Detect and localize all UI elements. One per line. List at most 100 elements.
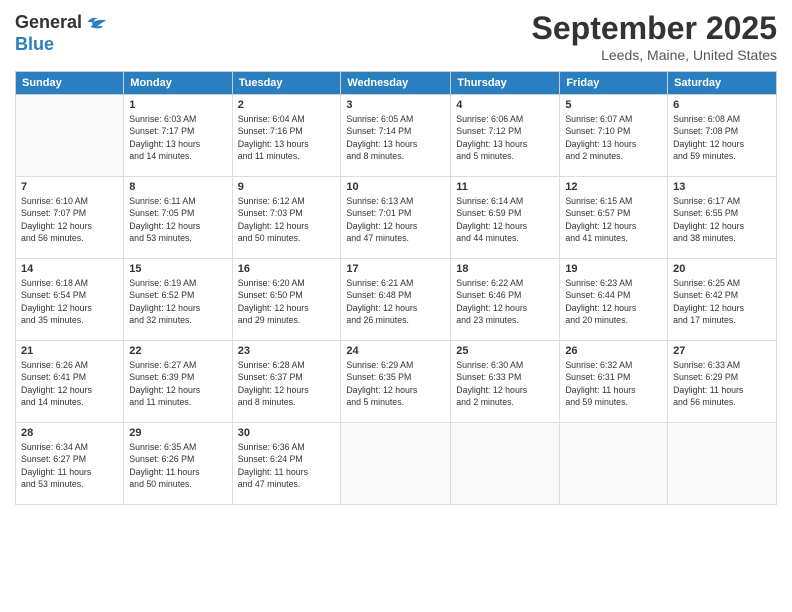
day-number: 18 bbox=[456, 263, 554, 275]
day-info: Sunrise: 6:32 AM Sunset: 6:31 PM Dayligh… bbox=[565, 359, 662, 408]
table-row: 4Sunrise: 6:06 AM Sunset: 7:12 PM Daylig… bbox=[451, 95, 560, 177]
day-info: Sunrise: 6:12 AM Sunset: 7:03 PM Dayligh… bbox=[238, 195, 336, 244]
header-tuesday: Tuesday bbox=[232, 72, 341, 95]
day-info: Sunrise: 6:11 AM Sunset: 7:05 PM Dayligh… bbox=[129, 195, 226, 244]
table-row bbox=[560, 423, 668, 505]
calendar-week-row: 28 Sunrise: 6:34 AM Sunset: 6:27 PM Dayli… bbox=[16, 423, 777, 505]
day-number: 6 bbox=[673, 99, 771, 111]
day-info: Sunrise: 6:19 AM Sunset: 6:52 PM Dayligh… bbox=[129, 277, 226, 326]
table-row: 23Sunrise: 6:28 AM Sunset: 6:37 PM Dayli… bbox=[232, 341, 341, 423]
day-number: 11 bbox=[456, 181, 554, 193]
table-row bbox=[16, 95, 124, 177]
table-row bbox=[668, 423, 777, 505]
day-number: 3 bbox=[346, 99, 445, 111]
day-number: 4 bbox=[456, 99, 554, 111]
table-row: 29 Sunrise: 6:35 AM Sunset: 6:26 PM Dayli… bbox=[124, 423, 232, 505]
day-info: Sunrise: 6:29 AM Sunset: 6:35 PM Dayligh… bbox=[346, 359, 445, 408]
day-number: 9 bbox=[238, 181, 336, 193]
logo-blue-text: Blue bbox=[15, 34, 54, 55]
day-info: Sunrise: 6:18 AM Sunset: 6:54 PM Dayligh… bbox=[21, 277, 118, 326]
header-wednesday: Wednesday bbox=[341, 72, 451, 95]
table-row: 24 Sunrise: 6:29 AM Sunset: 6:35 PM Dayli… bbox=[341, 341, 451, 423]
day-number: 2 bbox=[238, 99, 336, 111]
month-title: September 2025 bbox=[532, 10, 777, 47]
day-info: Sunrise: 6:07 AM Sunset: 7:10 PM Dayligh… bbox=[565, 113, 662, 162]
table-row: 8Sunrise: 6:11 AM Sunset: 7:05 PM Daylig… bbox=[124, 177, 232, 259]
day-number: 24 bbox=[346, 345, 445, 357]
day-info: Sunrise: 6:23 AM Sunset: 6:44 PM Dayligh… bbox=[565, 277, 662, 326]
day-info: Sunrise: 6:25 AM Sunset: 6:42 PM Dayligh… bbox=[673, 277, 771, 326]
day-info: Sunrise: 6:17 AM Sunset: 6:55 PM Dayligh… bbox=[673, 195, 771, 244]
day-number: 21 bbox=[21, 345, 118, 357]
day-number: 25 bbox=[456, 345, 554, 357]
page-container: General Blue September 2025 Leeds, Maine… bbox=[0, 0, 792, 515]
table-row: 18 Sunrise: 6:22 AM Sunset: 6:46 PM Dayli… bbox=[451, 259, 560, 341]
table-row: 21 Sunrise: 6:26 AM Sunset: 6:41 PM Dayli… bbox=[16, 341, 124, 423]
table-row: 20 Sunrise: 6:25 AM Sunset: 6:42 PM Dayli… bbox=[668, 259, 777, 341]
day-info: Sunrise: 6:21 AM Sunset: 6:48 PM Dayligh… bbox=[346, 277, 445, 326]
table-row: 13 Sunrise: 6:17 AM Sunset: 6:55 PM Dayli… bbox=[668, 177, 777, 259]
day-number: 23 bbox=[238, 345, 336, 357]
day-info: Sunrise: 6:30 AM Sunset: 6:33 PM Dayligh… bbox=[456, 359, 554, 408]
day-info: Sunrise: 6:04 AM Sunset: 7:16 PM Dayligh… bbox=[238, 113, 336, 162]
day-number: 13 bbox=[673, 181, 771, 193]
calendar-table: Sunday Monday Tuesday Wednesday Thursday… bbox=[15, 71, 777, 505]
table-row bbox=[341, 423, 451, 505]
table-row: 25 Sunrise: 6:30 AM Sunset: 6:33 PM Dayli… bbox=[451, 341, 560, 423]
table-row: 28 Sunrise: 6:34 AM Sunset: 6:27 PM Dayli… bbox=[16, 423, 124, 505]
day-info: Sunrise: 6:10 AM Sunset: 7:07 PM Dayligh… bbox=[21, 195, 118, 244]
location-text: Leeds, Maine, United States bbox=[532, 47, 777, 63]
header-friday: Friday bbox=[560, 72, 668, 95]
calendar-week-row: 14 Sunrise: 6:18 AM Sunset: 6:54 PM Dayli… bbox=[16, 259, 777, 341]
day-info: Sunrise: 6:03 AM Sunset: 7:17 PM Dayligh… bbox=[129, 113, 226, 162]
day-number: 29 bbox=[129, 427, 226, 439]
day-info: Sunrise: 6:14 AM Sunset: 6:59 PM Dayligh… bbox=[456, 195, 554, 244]
calendar-week-row: 1Sunrise: 6:03 AM Sunset: 7:17 PM Daylig… bbox=[16, 95, 777, 177]
header-thursday: Thursday bbox=[451, 72, 560, 95]
table-row: 7Sunrise: 6:10 AM Sunset: 7:07 PM Daylig… bbox=[16, 177, 124, 259]
table-row bbox=[451, 423, 560, 505]
day-number: 14 bbox=[21, 263, 118, 275]
table-row: 9 Sunrise: 6:12 AM Sunset: 7:03 PM Daylig… bbox=[232, 177, 341, 259]
day-number: 15 bbox=[129, 263, 226, 275]
table-row: 17 Sunrise: 6:21 AM Sunset: 6:48 PM Dayli… bbox=[341, 259, 451, 341]
table-row: 6 Sunrise: 6:08 AM Sunset: 7:08 PM Daylig… bbox=[668, 95, 777, 177]
header-saturday: Saturday bbox=[668, 72, 777, 95]
day-number: 10 bbox=[346, 181, 445, 193]
logo-bird-icon bbox=[84, 10, 108, 34]
table-row: 26 Sunrise: 6:32 AM Sunset: 6:31 PM Dayli… bbox=[560, 341, 668, 423]
day-info: Sunrise: 6:15 AM Sunset: 6:57 PM Dayligh… bbox=[565, 195, 662, 244]
day-info: Sunrise: 6:27 AM Sunset: 6:39 PM Dayligh… bbox=[129, 359, 226, 408]
calendar-header-row: Sunday Monday Tuesday Wednesday Thursday… bbox=[16, 72, 777, 95]
table-row: 5Sunrise: 6:07 AM Sunset: 7:10 PM Daylig… bbox=[560, 95, 668, 177]
table-row: 14 Sunrise: 6:18 AM Sunset: 6:54 PM Dayli… bbox=[16, 259, 124, 341]
table-row: 16Sunrise: 6:20 AM Sunset: 6:50 PM Dayli… bbox=[232, 259, 341, 341]
day-info: Sunrise: 6:08 AM Sunset: 7:08 PM Dayligh… bbox=[673, 113, 771, 162]
calendar-week-row: 7Sunrise: 6:10 AM Sunset: 7:07 PM Daylig… bbox=[16, 177, 777, 259]
page-header: General Blue September 2025 Leeds, Maine… bbox=[15, 10, 777, 63]
table-row: 3 Sunrise: 6:05 AM Sunset: 7:14 PM Daylig… bbox=[341, 95, 451, 177]
day-info: Sunrise: 6:35 AM Sunset: 6:26 PM Dayligh… bbox=[129, 441, 226, 490]
table-row: 1Sunrise: 6:03 AM Sunset: 7:17 PM Daylig… bbox=[124, 95, 232, 177]
day-info: Sunrise: 6:36 AM Sunset: 6:24 PM Dayligh… bbox=[238, 441, 336, 490]
day-info: Sunrise: 6:33 AM Sunset: 6:29 PM Dayligh… bbox=[673, 359, 771, 408]
day-info: Sunrise: 6:26 AM Sunset: 6:41 PM Dayligh… bbox=[21, 359, 118, 408]
day-number: 26 bbox=[565, 345, 662, 357]
day-number: 27 bbox=[673, 345, 771, 357]
day-number: 19 bbox=[565, 263, 662, 275]
day-number: 17 bbox=[346, 263, 445, 275]
calendar-week-row: 21 Sunrise: 6:26 AM Sunset: 6:41 PM Dayli… bbox=[16, 341, 777, 423]
header-sunday: Sunday bbox=[16, 72, 124, 95]
day-info: Sunrise: 6:05 AM Sunset: 7:14 PM Dayligh… bbox=[346, 113, 445, 162]
table-row: 15 Sunrise: 6:19 AM Sunset: 6:52 PM Dayli… bbox=[124, 259, 232, 341]
day-info: Sunrise: 6:34 AM Sunset: 6:27 PM Dayligh… bbox=[21, 441, 118, 490]
day-number: 28 bbox=[21, 427, 118, 439]
day-info: Sunrise: 6:13 AM Sunset: 7:01 PM Dayligh… bbox=[346, 195, 445, 244]
day-number: 20 bbox=[673, 263, 771, 275]
logo: General Blue bbox=[15, 10, 108, 55]
header-monday: Monday bbox=[124, 72, 232, 95]
table-row: 27 Sunrise: 6:33 AM Sunset: 6:29 PM Dayli… bbox=[668, 341, 777, 423]
table-row: 19 Sunrise: 6:23 AM Sunset: 6:44 PM Dayli… bbox=[560, 259, 668, 341]
day-number: 22 bbox=[129, 345, 226, 357]
day-info: Sunrise: 6:22 AM Sunset: 6:46 PM Dayligh… bbox=[456, 277, 554, 326]
